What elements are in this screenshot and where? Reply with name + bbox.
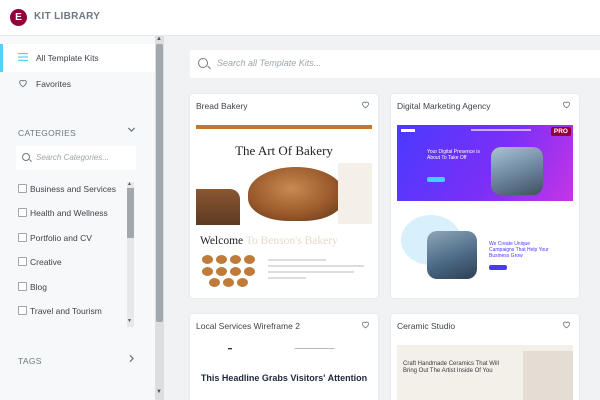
nav-label: Favorites bbox=[36, 79, 71, 89]
preview-hero: This Headline Grabs Visitors' Attention bbox=[196, 345, 372, 400]
preview-section: We Create Unique Campaigns That Help You… bbox=[397, 211, 573, 291]
preview-side-panel bbox=[338, 163, 372, 224]
sidebar: All Template Kits Favorites CATEGORIES S… bbox=[0, 36, 155, 400]
kit-card-bread-bakery[interactable]: Bread Bakery The Art Of Bakery Welcome T… bbox=[190, 94, 378, 298]
preview-cta bbox=[427, 177, 445, 182]
kit-search-field[interactable]: Search all Template Kits... bbox=[190, 50, 600, 78]
scrollbar-thumb[interactable] bbox=[127, 188, 134, 238]
tags-title: TAGS bbox=[18, 356, 42, 366]
chevron-right-icon[interactable] bbox=[127, 354, 136, 365]
scroll-up-arrow-icon[interactable]: ▲ bbox=[127, 181, 132, 187]
preview-nav bbox=[401, 129, 531, 132]
kit-card-ceramic-studio[interactable]: Ceramic Studio Craft Handmade Ceramics T… bbox=[391, 314, 579, 400]
heart-icon bbox=[18, 78, 28, 88]
preview-hero: Craft Handmade Ceramics That Will Bring … bbox=[397, 345, 573, 400]
welcome-accent-text: To Benson's Bakery bbox=[245, 235, 338, 247]
preview-hero: The Art Of Bakery bbox=[196, 129, 372, 225]
welcome-text: Welcome bbox=[200, 235, 246, 247]
team-photo bbox=[427, 231, 477, 279]
category-label: Blog bbox=[30, 282, 48, 292]
category-label: Portfolio and CV bbox=[30, 233, 92, 243]
nav-label: All Template Kits bbox=[36, 53, 99, 63]
kit-preview-image[interactable]: The Art Of Bakery Welcome To Benson's Ba… bbox=[196, 125, 372, 291]
kit-card-local-services-wireframe-2[interactable]: Local Services Wireframe 2 This Headline… bbox=[190, 314, 378, 400]
category-label: Business and Services bbox=[30, 184, 116, 194]
preview-welcome-heading: Welcome To Benson's Bakery bbox=[200, 235, 338, 247]
kit-preview-image[interactable]: Craft Handmade Ceramics That Will Bring … bbox=[397, 345, 573, 400]
checkbox[interactable] bbox=[18, 282, 27, 291]
preview-heading: The Art Of Bakery bbox=[235, 143, 333, 158]
kit-preview-image[interactable]: This Headline Grabs Visitors' Attention bbox=[196, 345, 372, 400]
top-bar: E KIT LIBRARY bbox=[0, 0, 600, 36]
favorite-heart-icon[interactable] bbox=[361, 100, 370, 111]
preview-section-heading: We Create Unique Campaigns That Help You… bbox=[489, 241, 549, 259]
search-icon bbox=[198, 58, 208, 68]
checkbox[interactable] bbox=[18, 233, 27, 242]
nav-all-template-kits[interactable]: All Template Kits bbox=[0, 44, 155, 72]
category-search-placeholder: Search Categories... bbox=[36, 153, 109, 162]
scroll-down-arrow-icon[interactable]: ▼ bbox=[156, 389, 162, 395]
category-label: Health and Wellness bbox=[30, 208, 108, 218]
categories-title: CATEGORIES bbox=[18, 128, 77, 138]
app-title: KIT LIBRARY bbox=[34, 11, 101, 22]
scroll-up-arrow-icon[interactable]: ▲ bbox=[156, 36, 162, 42]
category-list: Business and Services Health and Wellnes… bbox=[0, 182, 135, 325]
bread-loaf-image bbox=[248, 167, 344, 221]
main-content: Search all Template Kits... Bread Bakery… bbox=[164, 36, 600, 400]
elementor-logo-icon: E bbox=[10, 9, 27, 26]
kit-title: Ceramic Studio bbox=[397, 321, 456, 331]
preview-hero-heading: Your Digital Presence is About To Take O… bbox=[427, 149, 480, 161]
kit-card-digital-marketing-agency[interactable]: Digital Marketing Agency Your Digital Pr… bbox=[391, 94, 579, 298]
preview-heading: This Headline Grabs Visitors' Attention bbox=[200, 373, 368, 383]
pro-badge: PRO bbox=[550, 127, 571, 136]
checkbox[interactable] bbox=[18, 257, 27, 266]
scrollbar-thumb[interactable] bbox=[156, 44, 163, 322]
preview-nav bbox=[228, 348, 335, 350]
favorite-heart-icon[interactable] bbox=[562, 100, 571, 111]
nav-favorites[interactable]: Favorites bbox=[0, 70, 155, 98]
category-label: Travel and Tourism bbox=[30, 306, 102, 316]
scroll-down-arrow-icon[interactable]: ▼ bbox=[127, 318, 132, 324]
chevron-down-icon[interactable] bbox=[127, 125, 136, 136]
preview-hero: Your Digital Presence is About To Take O… bbox=[397, 125, 573, 201]
category-scrollbar[interactable]: ▲ ▼ bbox=[127, 181, 134, 327]
ceramic-photo bbox=[523, 351, 573, 400]
bread-image bbox=[196, 189, 240, 225]
preview-welcome-section: Welcome To Benson's Bakery bbox=[196, 227, 372, 291]
preview-cta-2 bbox=[489, 265, 507, 270]
favorite-heart-icon[interactable] bbox=[562, 320, 571, 331]
checkbox[interactable] bbox=[18, 208, 27, 217]
kit-title: Local Services Wireframe 2 bbox=[196, 321, 300, 331]
checkbox[interactable] bbox=[18, 306, 27, 315]
buns-image bbox=[200, 253, 258, 289]
checkbox[interactable] bbox=[18, 184, 27, 193]
kit-search-placeholder: Search all Template Kits... bbox=[217, 58, 322, 68]
category-label: Creative bbox=[30, 257, 62, 267]
search-icon bbox=[22, 153, 30, 161]
preview-text-lines bbox=[268, 259, 364, 283]
kit-preview-image[interactable]: Your Digital Presence is About To Take O… bbox=[397, 125, 573, 291]
kit-title: Digital Marketing Agency bbox=[397, 101, 491, 111]
sidebar-scrollbar[interactable]: ▲ ▼ bbox=[155, 36, 164, 400]
kit-title: Bread Bakery bbox=[196, 101, 248, 111]
menu-lines-icon bbox=[18, 52, 28, 62]
category-search-field[interactable]: Search Categories... bbox=[16, 146, 136, 170]
preview-heading: Craft Handmade Ceramics That Will Bring … bbox=[403, 361, 499, 374]
favorite-heart-icon[interactable] bbox=[361, 320, 370, 331]
office-photo bbox=[491, 147, 543, 195]
